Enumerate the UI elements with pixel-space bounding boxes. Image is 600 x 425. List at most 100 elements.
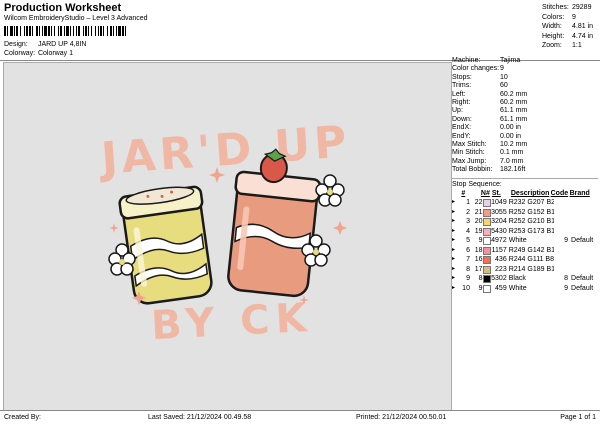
stop-number: 19: [474, 227, 483, 235]
stitch-count: 459: [495, 284, 507, 292]
stat-row: Stitches: 29289: [542, 3, 594, 13]
lettering-top: JAR'D UP: [97, 116, 353, 184]
stop-number: 21: [474, 208, 483, 216]
stitch-count: 5302: [491, 275, 507, 283]
stop-number: 9: [478, 237, 483, 245]
machine-info-label: Color changes:: [452, 65, 500, 73]
stat-row: Width: 4.81 in: [542, 22, 594, 32]
stop-index: 6: [466, 246, 470, 254]
color-description: R244 G111 B88: [508, 256, 554, 264]
stop-sequence-title: Stop Sequence:: [452, 181, 502, 189]
stat-value: 1:1: [572, 42, 582, 49]
stat-value: 9: [572, 13, 576, 21]
stat-value: 29289: [572, 4, 592, 11]
thread-code: 9: [564, 237, 569, 245]
col-brand-header: Brand: [569, 190, 590, 198]
color-swatch: [482, 275, 491, 284]
color-description: R249 G142 B129: [508, 246, 554, 254]
machine-info-row: Total Bobbin: 182.16ft: [452, 166, 598, 174]
machine-info-value: 0.00 in: [500, 132, 522, 140]
design-preview: JAR'D UP BY CK: [3, 62, 452, 411]
colorway-label: Colorway:: [4, 50, 36, 57]
needle-icon: ▸: [452, 265, 456, 272]
stop-row[interactable]: ▸ 9 8 5302 Black 8 Default: [452, 274, 598, 284]
machine-info-row: EndX: 0.00 in: [452, 124, 598, 132]
machine-info-row: Stops: 10: [452, 74, 598, 82]
machine-info-label: Machine:: [452, 57, 481, 64]
machine-info-value: 60.2 mm: [500, 98, 528, 106]
stop-row[interactable]: ▸ 6 18 1157R249 G142 B129: [452, 246, 598, 256]
machine-info-value: 10.2 mm: [500, 140, 528, 148]
machine-info-label: Max Jump:: [452, 157, 487, 165]
machine-info-value: 60: [500, 82, 508, 90]
stop-index: 7: [466, 256, 470, 264]
stitch-count: 3055: [491, 208, 507, 216]
footer: Created By: Last Saved: 21/12/2024 00.49…: [0, 410, 600, 425]
stat-value: 4.74 in: [572, 32, 594, 40]
machine-info-value: 0.1 mm: [500, 149, 524, 157]
stop-number: 8: [478, 275, 483, 283]
stop-number: 22: [474, 199, 483, 207]
machine-info-label: Up:: [452, 107, 463, 115]
stat-label: Width:: [542, 23, 562, 30]
machine-info-label: Max Stitch:: [452, 140, 487, 148]
stop-number: 20: [474, 218, 483, 226]
stop-row[interactable]: ▸ 7 16 436 R244 G111 B88: [452, 255, 598, 265]
machine-info-list: Machine: Tajima Color changes: 9 Stops: 10 Tri…: [452, 57, 598, 174]
footer-last-saved: Last Saved: 21/12/2024 00.49.58: [148, 414, 252, 421]
left-jar: [118, 185, 213, 305]
stop-sequence: Stop Sequence: # N# St. Description Code…: [452, 178, 598, 293]
machine-info-row: Color changes: 9: [452, 65, 598, 73]
stop-row[interactable]: ▸ 8 17 223R214 G189 B129: [452, 265, 598, 275]
color-swatch: [482, 208, 491, 217]
stop-row[interactable]: ▸ 4 19 5430R253 G173 B179: [452, 227, 598, 237]
needle-icon: ▸: [452, 246, 456, 253]
stop-number: 9: [478, 284, 483, 292]
machine-info-row: Machine: Tajima: [452, 57, 598, 65]
color-description: R232 G207 B234: [508, 199, 554, 207]
machine-info-row: Min Stitch: 0.1 mm: [452, 149, 598, 157]
stop-row[interactable]: ▸ 3 20 3204R252 G210 B107: [452, 217, 598, 227]
color-description: White: [508, 237, 527, 245]
stop-sequence-list: ▸1221049R232 G207 B234▸2213055R252 G152 …: [452, 198, 598, 293]
design-stats: Stitches: 29289 Colors: 9 Width: 4.81 in He…: [542, 3, 594, 51]
needle-icon: ▸: [452, 208, 456, 215]
stop-number: 16: [474, 256, 483, 264]
needle-icon: ▸: [452, 284, 456, 291]
color-swatch: [482, 227, 491, 236]
stop-sequence-header: # N# St. Description Code Brand: [452, 189, 598, 198]
stitch-count: 436: [495, 256, 507, 264]
stop-row[interactable]: ▸ 2 21 3055R252 G152 B135: [452, 208, 598, 218]
stop-row[interactable]: ▸ 5 9 4972 White 9 Default: [452, 236, 598, 246]
stat-label: Height:: [542, 32, 565, 40]
col-code-header: Code: [550, 190, 569, 198]
stop-row[interactable]: ▸ 10 9 459 White 9 Default: [452, 284, 598, 294]
machine-info-value: 61.1 mm: [500, 107, 528, 115]
thread-brand: Default: [571, 284, 594, 292]
stop-row[interactable]: ▸ 1 22 1049R232 G207 B234: [452, 198, 598, 208]
stop-index: 1: [466, 199, 470, 207]
color-swatch: [482, 199, 491, 208]
colorway-value: Colorway 1: [37, 50, 73, 57]
color-description: White: [508, 284, 527, 292]
col-stop-header: #: [461, 190, 466, 198]
flower-right-top: [315, 174, 345, 207]
footer-created-by: Created By:: [4, 414, 41, 421]
machine-info-value: 7.0 mm: [500, 157, 524, 165]
machine-info-row: EndY: 0.00 in: [452, 133, 598, 141]
color-description: Black: [508, 275, 526, 283]
color-description: R252 G210 B107: [508, 218, 554, 226]
stat-label: Zoom:: [542, 42, 562, 49]
stop-index: 10: [462, 284, 470, 292]
barcode: [4, 26, 272, 36]
design-value: JARD UP 4,8IN: [37, 41, 87, 48]
machine-info-label: Stops:: [452, 73, 472, 81]
design-label: Design:: [4, 41, 28, 48]
machine-info-value: 0.00 in: [500, 124, 522, 132]
stitch-count: 4972: [491, 237, 507, 245]
embroidery-artwork: JAR'D UP BY CK: [97, 116, 353, 349]
design-row: Design: JARD UP 4,8IN: [4, 41, 86, 48]
barcode-bar: [126, 26, 128, 36]
stop-number: 17: [474, 265, 483, 273]
stat-value: 4.81 in: [572, 23, 594, 30]
